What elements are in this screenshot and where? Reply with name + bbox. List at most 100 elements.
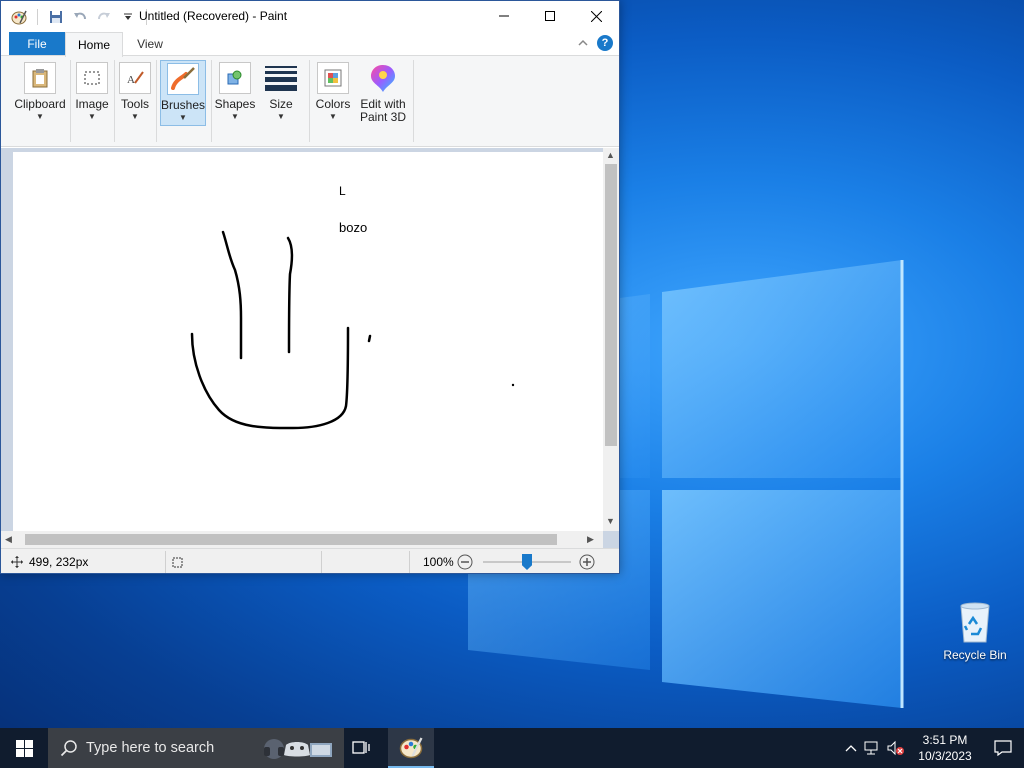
horizontal-scrollbar[interactable]: ◀ ▶ xyxy=(1,531,603,548)
windows-start-icon xyxy=(15,739,33,757)
image-label: Image xyxy=(75,97,109,111)
color-palette-icon xyxy=(317,62,349,94)
scroll-down-icon[interactable]: ▼ xyxy=(606,516,615,526)
move-cursor-icon xyxy=(11,556,23,568)
undo-icon[interactable] xyxy=(70,7,90,27)
zoom-slider-thumb[interactable] xyxy=(522,554,532,570)
volume-muted-icon xyxy=(887,740,904,756)
network-icon xyxy=(864,741,878,755)
canvas-workarea: L bozo ▲ ▼ ◀ ▶ xyxy=(1,148,619,548)
chevron-down-icon: ▼ xyxy=(179,113,187,122)
scroll-left-icon[interactable]: ◀ xyxy=(5,534,12,545)
recycle-bin-label: Recycle Bin xyxy=(943,648,1007,662)
tools-icon: A xyxy=(119,62,151,94)
chevron-down-icon: ▼ xyxy=(88,112,96,121)
clock-time: 3:51 PM xyxy=(922,733,968,747)
recycle-bin[interactable]: Recycle Bin xyxy=(938,600,1012,662)
colors-group[interactable]: Colors ▼ xyxy=(311,60,355,146)
brush-icon xyxy=(167,63,199,95)
tab-view[interactable]: View xyxy=(125,32,175,56)
paint3d-icon xyxy=(367,62,399,94)
status-divider xyxy=(165,551,166,573)
redo-icon[interactable] xyxy=(94,7,114,27)
select-icon xyxy=(76,62,108,94)
chevron-down-icon: ▼ xyxy=(277,112,285,121)
window-controls xyxy=(481,1,619,31)
zoom-in-button[interactable] xyxy=(579,549,595,573)
close-button[interactable] xyxy=(573,1,619,31)
drawing-canvas[interactable]: L bozo xyxy=(13,152,603,532)
maximize-button[interactable] xyxy=(527,1,573,31)
volume-button[interactable] xyxy=(884,740,908,756)
brushes-group[interactable]: Brushes ▼ xyxy=(160,60,206,126)
brushes-label: Brushes xyxy=(160,98,206,112)
customize-qat-icon[interactable] xyxy=(118,7,138,27)
task-view-icon xyxy=(352,741,370,754)
tab-file[interactable]: File xyxy=(9,32,65,56)
status-bar: 499, 232px 100% xyxy=(1,548,619,573)
tools-group[interactable]: A Tools ▼ xyxy=(115,60,155,146)
size-label: Size xyxy=(269,97,293,111)
ribbon-separator xyxy=(413,60,414,142)
vertical-scrollbar[interactable]: ▲ ▼ xyxy=(603,148,619,531)
size-group[interactable]: Size ▼ xyxy=(261,60,301,146)
clipboard-label: Clipboard xyxy=(14,97,66,111)
vertical-scroll-thumb[interactable] xyxy=(605,164,617,446)
collapse-ribbon-icon[interactable] xyxy=(577,37,589,49)
clock-date: 10/3/2023 xyxy=(918,749,972,763)
image-group[interactable]: Image ▼ xyxy=(71,60,113,146)
taskbar-clock[interactable]: 3:51 PM 10/3/2023 xyxy=(908,732,982,764)
clipboard-icon xyxy=(24,62,56,94)
chevron-down-icon: ▼ xyxy=(329,112,337,121)
scroll-right-icon[interactable]: ▶ xyxy=(587,534,594,545)
zoom-slider[interactable] xyxy=(483,549,571,573)
paint-window[interactable]: Untitled (Recovered) - Paint File Home V… xyxy=(0,0,620,574)
title-bar[interactable]: Untitled (Recovered) - Paint xyxy=(1,1,619,32)
zoom-level: 100% xyxy=(423,555,454,569)
system-tray: 3:51 PM 10/3/2023 xyxy=(840,728,1024,768)
canvas-text-l: L xyxy=(339,184,346,198)
ribbon-tabs: File Home View ? xyxy=(1,32,619,57)
shapes-icon xyxy=(219,62,251,94)
notification-icon xyxy=(994,740,1012,756)
paint-app-icon[interactable] xyxy=(9,7,29,27)
chevron-up-icon xyxy=(845,745,857,752)
show-hidden-icons-button[interactable] xyxy=(840,744,862,752)
ribbon-right-controls: ? xyxy=(577,35,613,51)
edit-with-paint3d-button[interactable]: Edit with Paint 3D xyxy=(357,60,409,146)
minimize-button[interactable] xyxy=(481,1,527,31)
tab-home[interactable]: Home xyxy=(65,32,123,57)
scroll-up-icon[interactable]: ▲ xyxy=(606,150,615,160)
search-highlights-icon xyxy=(264,739,332,759)
svg-text:A: A xyxy=(127,74,135,86)
quick-access-toolbar xyxy=(9,7,151,27)
network-button[interactable] xyxy=(862,740,884,756)
recycle-bin-icon xyxy=(960,602,990,643)
start-button[interactable] xyxy=(0,728,48,768)
line-size-icon xyxy=(265,62,297,94)
selection-size xyxy=(171,549,183,573)
shapes-label: Shapes xyxy=(214,97,256,111)
paint-app-icon xyxy=(399,737,423,759)
taskbar-search-box[interactable]: Type here to search xyxy=(48,728,344,768)
clipboard-group[interactable]: Clipboard ▼ xyxy=(11,60,69,146)
task-view-button[interactable] xyxy=(338,728,384,768)
cursor-position: 499, 232px xyxy=(11,549,89,573)
ribbon-home: Clipboard ▼ Image ▼ A Tools ▼ Brushes ▼ xyxy=(1,55,619,147)
action-center-button[interactable] xyxy=(982,740,1024,756)
zoom-out-button[interactable] xyxy=(457,549,473,573)
shapes-group[interactable]: Shapes ▼ xyxy=(213,60,257,146)
horizontal-scroll-thumb[interactable] xyxy=(25,534,557,545)
taskbar-paint-button[interactable] xyxy=(388,728,434,768)
search-placeholder: Type here to search xyxy=(86,740,215,756)
canvas-text-bozo: bozo xyxy=(339,220,368,235)
zoom-in-icon xyxy=(579,554,595,570)
save-icon[interactable] xyxy=(46,7,66,27)
tools-label: Tools xyxy=(120,97,149,111)
taskbar: Type here to search 3:51 PM 10/3/2023 xyxy=(0,728,1024,768)
ribbon-separator xyxy=(156,60,157,142)
status-divider xyxy=(321,551,322,573)
ribbon-separator xyxy=(211,60,212,142)
cursor-position-text: 499, 232px xyxy=(29,555,89,569)
help-icon[interactable]: ? xyxy=(597,35,613,51)
